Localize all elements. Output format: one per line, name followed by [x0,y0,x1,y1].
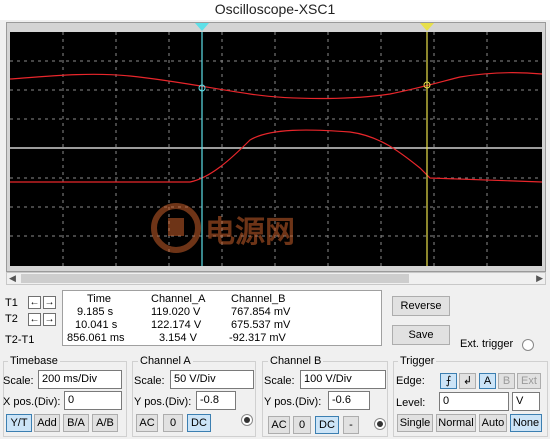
trigger-level-input[interactable]: 0 [439,392,509,411]
delta-time: 856.061 ms [67,332,125,344]
cursor-t2t1-label: T2-T1 [5,334,35,346]
scroll-left-icon[interactable]: ◀ [9,273,16,284]
t2-right-arrow-icon[interactable]: → [43,313,56,326]
channel-b-invert-button[interactable]: - [343,416,359,434]
trigger-level-label: Level: [396,397,426,409]
trigger-title: Trigger [398,355,437,367]
mode-yt-button[interactable]: Y/T [6,414,32,432]
channel-a-scale-input[interactable]: 50 V/Div [170,370,254,389]
trigger-source-ext-button[interactable]: Ext [517,373,541,389]
channel-a-ypos-input[interactable]: -0.8 [196,391,236,410]
trigger-none-button[interactable]: None [510,414,542,432]
header-channel-a: Channel_A [151,293,206,305]
window-title: Oscilloscope-XSC1 [0,0,550,20]
trigger-normal-button[interactable]: Normal [436,414,476,432]
mode-add-button[interactable]: Add [34,414,60,432]
channel-a-zero-button[interactable]: 0 [163,414,183,432]
channel-b-connector[interactable] [374,418,386,430]
timebase-scale-label: Scale: [3,375,34,387]
channel-b-ypos-input[interactable]: -0.6 [328,391,370,410]
falling-edge-icon[interactable]: ↲ [459,373,476,389]
t1-time: 9.185 s [77,306,114,318]
t2-channel-b: 675.537 mV [231,319,291,331]
channel-b-ypos-label: Y pos.(Div): [264,396,322,408]
trigger-source-b-button[interactable]: B [498,373,515,389]
channel-a-ypos-label: Y pos.(Div): [134,396,192,408]
trigger-single-button[interactable]: Single [397,414,433,432]
trigger-edge-label: Edge: [396,375,425,387]
t2-left-arrow-icon[interactable]: ← [28,313,41,326]
t2-channel-a: 122.174 V [151,319,202,331]
mode-ba-button[interactable]: B/A [63,414,89,432]
t1-right-arrow-icon[interactable]: → [43,296,56,309]
t1-channel-b: 767.854 mV [231,306,291,318]
watermark-logo: 电源网 [151,203,295,253]
channel-a-connector[interactable] [241,414,253,426]
trigger-level-unit[interactable]: V [512,392,540,411]
scrollbar-thumb[interactable] [21,274,409,283]
cursor-t2-handle[interactable] [419,22,435,32]
ext-trigger-connector[interactable] [522,339,534,351]
cursor-t1-handle[interactable] [194,22,210,32]
header-time: Time [87,293,112,305]
timebase-xpos-label: X pos.(Div): [3,396,61,408]
channel-a-scale-label: Scale: [134,375,165,387]
channel-b-ac-button[interactable]: AC [268,416,290,434]
channel-a-trace [9,72,543,100]
scroll-right-icon[interactable]: ▶ [536,273,543,284]
delta-channel-a: 3.154 V [159,332,197,344]
channel-b-zero-button[interactable]: 0 [293,416,311,434]
channel-a-title: Channel A [138,355,193,367]
scope-display: 电源网 [9,32,543,266]
t2-time: 10.041 s [75,319,118,331]
t1-channel-a: 119.020 V [151,306,201,318]
channel-b-title: Channel B [268,355,324,367]
horizontal-scrollbar[interactable]: ◀ ▶ [6,272,546,285]
mode-ab-button[interactable]: A/B [92,414,118,432]
watermark-text: 电源网 [205,215,295,250]
scope-screen[interactable]: 电源网 [9,32,543,266]
save-button[interactable]: Save [392,325,450,345]
cursor-t2-label: T2 [5,313,18,325]
delta-channel-b: -92.317 mV [229,332,286,344]
timebase-xpos-input[interactable]: 0 [64,391,122,410]
ext-trigger-label: Ext. trigger [460,338,514,350]
cursor-t1-label: T1 [5,297,18,309]
header-channel-b: Channel_B [231,293,286,305]
reverse-button[interactable]: Reverse [392,296,450,316]
channel-b-dc-button[interactable]: DC [315,416,339,434]
timebase-scale-input[interactable]: 200 ms/Div [38,370,122,389]
channel-a-dc-button[interactable]: DC [187,414,211,432]
trigger-source-a-button[interactable]: A [479,373,496,389]
channel-a-ac-button[interactable]: AC [136,414,158,432]
rising-edge-icon[interactable]: ⨍ [440,373,457,389]
channel-b-trace [10,129,543,183]
channel-b-scale-input[interactable]: 100 V/Div [300,370,386,389]
channel-b-scale-label: Scale: [264,375,295,387]
timebase-title: Timebase [8,355,60,367]
measurement-table: Time Channel_A Channel_B 9.185 s 119.020… [62,290,382,346]
trigger-auto-button[interactable]: Auto [479,414,507,432]
t1-left-arrow-icon[interactable]: ← [28,296,41,309]
